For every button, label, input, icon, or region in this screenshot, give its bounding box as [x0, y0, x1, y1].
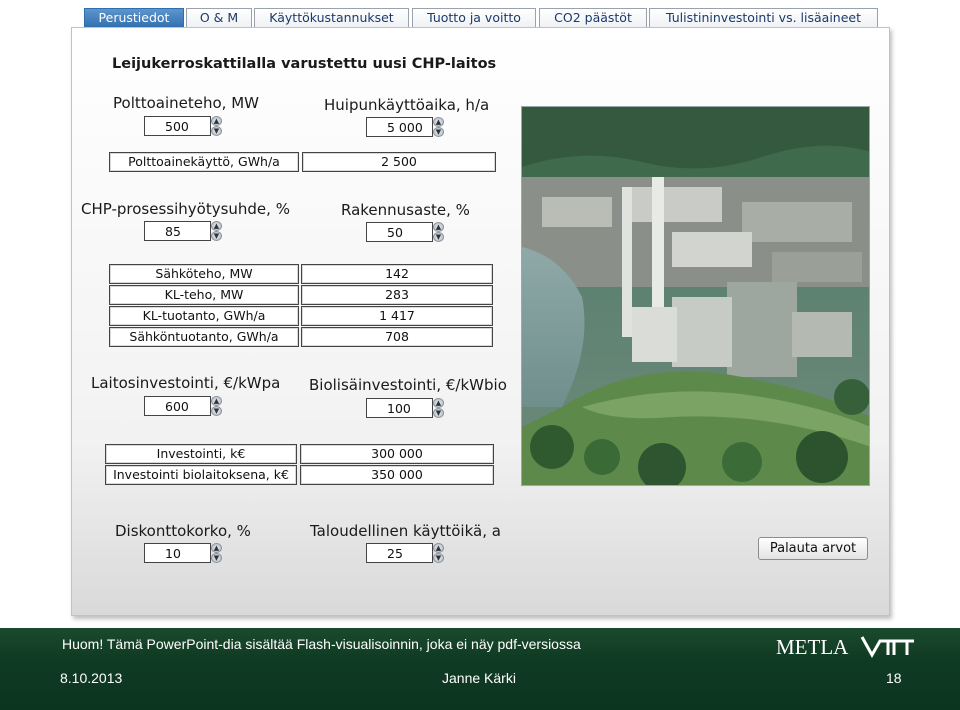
investointi-biolaitoksena-value: 350 000	[300, 465, 494, 485]
power-plant-illustration	[522, 107, 869, 485]
polttoainekaytto-label: Polttoainekäyttö, GWh/a	[109, 152, 299, 172]
up-arrow-icon[interactable]: ▲	[211, 396, 222, 406]
polttoainekaytto-value: 2 500	[302, 152, 496, 172]
tab-kayttokustannukset[interactable]: Käyttökustannukset	[254, 8, 409, 28]
huipunkayttoaika-stepper: ▲ ▼	[366, 117, 444, 137]
investointi-label: Investointi, k€	[105, 444, 297, 464]
laitosinvestointi-input[interactable]	[144, 396, 211, 416]
down-arrow-icon[interactable]: ▼	[433, 232, 444, 242]
kl-teho-label: KL-teho, MW	[109, 285, 299, 305]
metla-vtt-logo: METLA	[776, 635, 914, 659]
up-arrow-icon[interactable]: ▲	[211, 543, 222, 553]
reset-button[interactable]: Palauta arvot	[758, 537, 868, 560]
huipunkayttoaika-input[interactable]	[366, 117, 433, 137]
metla-logo-text: METLA	[776, 635, 849, 659]
down-arrow-icon[interactable]: ▼	[433, 408, 444, 418]
tab-o-m[interactable]: O & M	[186, 8, 252, 28]
down-arrow-icon[interactable]: ▼	[433, 553, 444, 563]
page-number: 18	[886, 670, 902, 686]
sahkontuotanto-label: Sähköntuotanto, GWh/a	[109, 327, 299, 347]
down-arrow-icon[interactable]: ▼	[211, 406, 222, 416]
polttoaineteho-input[interactable]	[144, 116, 211, 136]
polttoaineteho-stepper: ▲ ▼	[144, 116, 222, 136]
kayttoika-input[interactable]	[366, 543, 433, 563]
diskonttokorko-stepper: ▲ ▼	[144, 543, 222, 563]
down-arrow-icon[interactable]: ▼	[211, 231, 222, 241]
huipunkayttoaika-label: Huipunkäyttöaika, h/a	[324, 96, 490, 114]
vtt-logo-icon	[860, 636, 914, 659]
up-arrow-icon[interactable]: ▲	[433, 222, 444, 232]
tab-perustiedot[interactable]: Perustiedot	[84, 8, 184, 28]
hyotysuhde-stepper: ▲ ▼	[144, 221, 222, 241]
up-arrow-icon[interactable]: ▲	[211, 221, 222, 231]
down-arrow-icon[interactable]: ▼	[433, 127, 444, 137]
page-title: Leijukerroskattilalla varustettu uusi CH…	[112, 56, 497, 72]
sahkoteho-value: 142	[301, 264, 493, 284]
investointi-biolaitoksena-label: Investointi biolaitoksena, k€	[105, 465, 297, 485]
sahkontuotanto-value: 708	[301, 327, 493, 347]
rakennusaste-stepper: ▲ ▼	[366, 222, 444, 242]
up-arrow-icon[interactable]: ▲	[433, 398, 444, 408]
hyotysuhde-label: CHP-prosessihyötysuhde, %	[81, 200, 290, 218]
down-arrow-icon[interactable]: ▼	[211, 126, 222, 136]
kl-teho-value: 283	[301, 285, 493, 305]
investointi-value: 300 000	[300, 444, 494, 464]
up-arrow-icon[interactable]: ▲	[433, 117, 444, 127]
sahkoteho-label: Sähköteho, MW	[109, 264, 299, 284]
up-arrow-icon[interactable]: ▲	[433, 543, 444, 553]
footer-date: 8.10.2013	[60, 670, 123, 686]
diskonttokorko-label: Diskonttokorko, %	[115, 522, 251, 540]
kl-tuotanto-label: KL-tuotanto, GWh/a	[109, 306, 299, 326]
down-arrow-icon[interactable]: ▼	[211, 553, 222, 563]
biolisainvestointi-label: Biolisäinvestointi, €/kWbio	[309, 376, 507, 394]
polttoaineteho-label: Polttoaineteho, MW	[113, 94, 259, 112]
laitosinvestointi-stepper: ▲ ▼	[144, 396, 222, 416]
laitosinvestointi-label: Laitosinvestointi, €/kWpa	[91, 374, 281, 392]
tab-co2-paastot[interactable]: CO2 päästöt	[539, 8, 647, 28]
power-plant-photo	[521, 106, 870, 486]
biolisainvestointi-input[interactable]	[366, 398, 433, 418]
kl-tuotanto-value: 1 417	[301, 306, 493, 326]
flash-notice: Huom! Tämä PowerPoint-dia sisältää Flash…	[62, 636, 581, 652]
kayttoika-label: Taloudellinen käyttöikä, a	[310, 522, 501, 540]
tab-tuotto-ja-voitto[interactable]: Tuotto ja voitto	[412, 8, 536, 28]
kayttoika-stepper: ▲ ▼	[366, 543, 444, 563]
hyotysuhde-input[interactable]	[144, 221, 211, 241]
rakennusaste-label: Rakennusaste, %	[341, 201, 470, 219]
rakennusaste-input[interactable]	[366, 222, 433, 242]
biolisainvestointi-stepper: ▲ ▼	[366, 398, 444, 418]
up-arrow-icon[interactable]: ▲	[211, 116, 222, 126]
tab-tulistininvestointi[interactable]: Tulistininvestointi vs. lisäaineet	[649, 8, 878, 28]
footer-author: Janne Kärki	[442, 670, 516, 686]
diskonttokorko-input[interactable]	[144, 543, 211, 563]
